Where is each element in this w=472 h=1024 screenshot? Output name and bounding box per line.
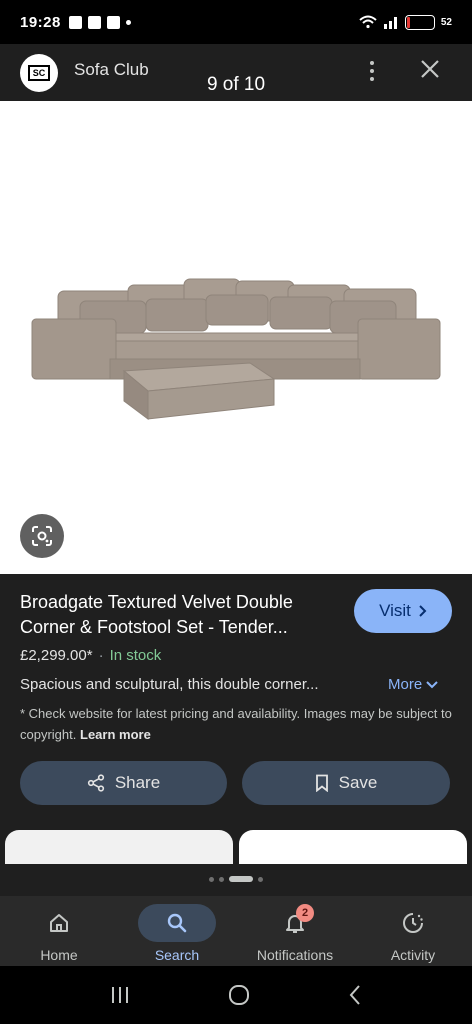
learn-more-link[interactable]: Learn more (80, 727, 151, 742)
more-label: More (388, 676, 423, 693)
status-bar: 19:28 52 (0, 0, 472, 44)
product-image (31, 278, 441, 420)
battery-level: 52 (440, 16, 452, 28)
disclaimer: * Check website for latest pricing and a… (20, 703, 456, 745)
save-label: Save (338, 773, 378, 792)
related-result-card[interactable] (239, 830, 467, 864)
product-info-panel: Broadgate Textured Velvet Double Corner … (0, 574, 472, 824)
product-image-area[interactable] (0, 101, 472, 574)
nav-home[interactable]: Home (0, 896, 118, 966)
save-button[interactable]: Save (242, 761, 450, 805)
stock-status: In stock (109, 647, 162, 664)
more-options-icon[interactable] (362, 58, 382, 84)
search-icon (167, 913, 187, 933)
site-logo[interactable]: SC (20, 53, 58, 92)
home-icon (50, 914, 68, 932)
nav-notifications[interactable]: 2 Notifications (236, 896, 354, 966)
lens-icon (32, 526, 52, 546)
close-button[interactable] (418, 58, 442, 82)
notification-icon (106, 15, 120, 29)
page-indicator (0, 872, 472, 886)
more-notifications-icon (125, 19, 131, 25)
nav-activity-label: Activity (390, 947, 436, 963)
battery-icon (404, 14, 435, 30)
page-dot (209, 876, 214, 882)
google-lens-button[interactable] (20, 514, 64, 558)
activity-icon (403, 913, 423, 933)
visit-label: Visit (379, 601, 411, 620)
related-result-card[interactable] (5, 830, 233, 864)
system-navigation-bar (0, 966, 472, 1024)
nav-home-label: Home (40, 947, 78, 963)
more-button[interactable]: More (388, 676, 438, 693)
visit-button[interactable]: Visit (354, 589, 452, 633)
share-label: Share (114, 773, 161, 792)
nav-activity[interactable]: Activity (354, 896, 472, 966)
wifi-icon (359, 15, 377, 29)
related-results (0, 824, 472, 864)
status-time: 19:28 (20, 13, 61, 31)
bookmark-icon (315, 774, 328, 792)
product-title[interactable]: Broadgate Textured Velvet Double Corner … (20, 590, 340, 640)
recent-apps-button[interactable] (109, 985, 131, 1005)
viewer-header: SC Sofa Club 9 of 10 (0, 44, 472, 101)
signal-icon (383, 17, 397, 29)
image-pager: 9 of 10 (206, 74, 266, 95)
chevron-down-icon (426, 680, 438, 688)
home-button[interactable] (228, 984, 250, 1006)
page-dot (258, 876, 263, 882)
product-description: Spacious and sculptural, this double cor… (20, 676, 319, 693)
page-dot (219, 876, 224, 882)
nav-search-label: Search (154, 947, 200, 963)
price-row: £2,299.00* · In stock (20, 647, 162, 664)
price: £2,299.00* (20, 647, 93, 664)
nav-search[interactable]: Search (118, 896, 236, 966)
notification-icons (68, 15, 131, 29)
logo-text: SC (27, 64, 51, 81)
back-button[interactable] (347, 984, 363, 1006)
notification-badge: 2 (296, 904, 314, 922)
share-icon (87, 774, 104, 792)
share-button[interactable]: Share (20, 761, 227, 805)
bottom-navigation: Home Search 2 Notifications Activity (0, 896, 472, 966)
status-right: 52 (359, 14, 452, 30)
notification-icon (68, 15, 82, 29)
page-dot-active (229, 876, 253, 882)
notification-icon (87, 15, 101, 29)
nav-notifications-label: Notifications (256, 947, 334, 963)
close-icon (421, 60, 439, 78)
chevron-right-icon (419, 605, 427, 617)
site-name[interactable]: Sofa Club (74, 60, 149, 80)
